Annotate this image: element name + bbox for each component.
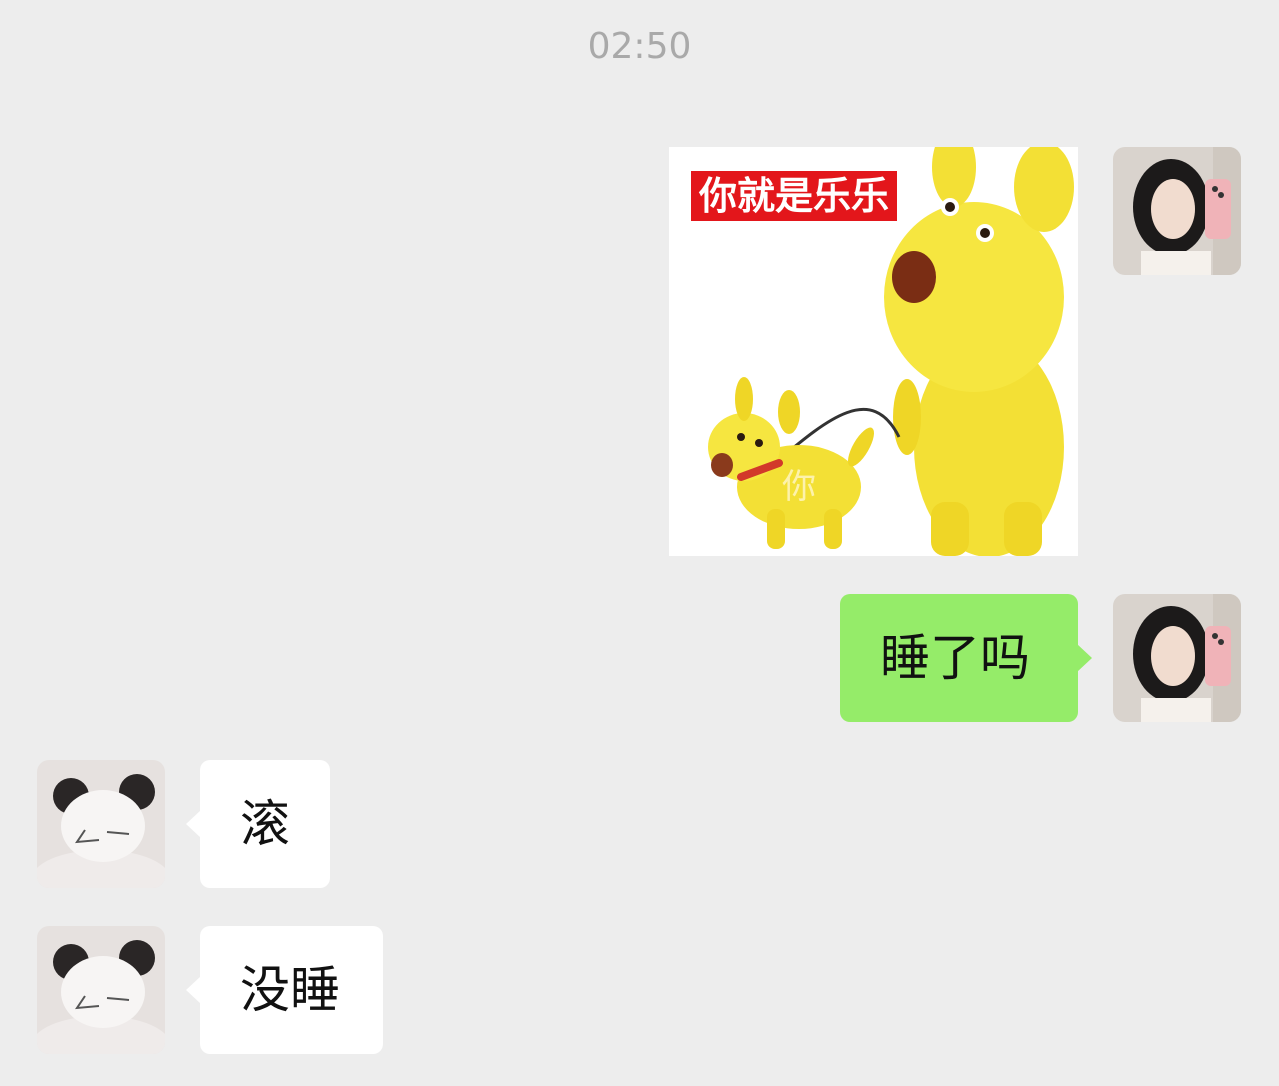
contact-avatar[interactable] bbox=[37, 926, 165, 1054]
sticker-message[interactable]: 你就是乐乐 你 bbox=[669, 147, 1078, 556]
incoming-message-bubble[interactable]: 滚 bbox=[186, 760, 330, 888]
sticker-caption: 你就是乐乐 bbox=[691, 171, 898, 221]
contact-avatar-photo bbox=[37, 926, 165, 1054]
self-avatar-photo bbox=[1113, 147, 1241, 275]
contact-avatar-photo bbox=[37, 760, 165, 888]
chat-timestamp: 02:50 bbox=[587, 26, 692, 67]
incoming-message-bubble[interactable]: 没睡 bbox=[186, 926, 383, 1054]
sticker-collar-text: 你 bbox=[782, 467, 816, 507]
self-avatar-photo bbox=[1113, 594, 1241, 722]
self-avatar[interactable] bbox=[1113, 594, 1241, 722]
self-avatar[interactable] bbox=[1113, 147, 1241, 275]
contact-avatar[interactable] bbox=[37, 760, 165, 888]
outgoing-message-bubble[interactable]: 睡了吗 bbox=[840, 594, 1092, 722]
